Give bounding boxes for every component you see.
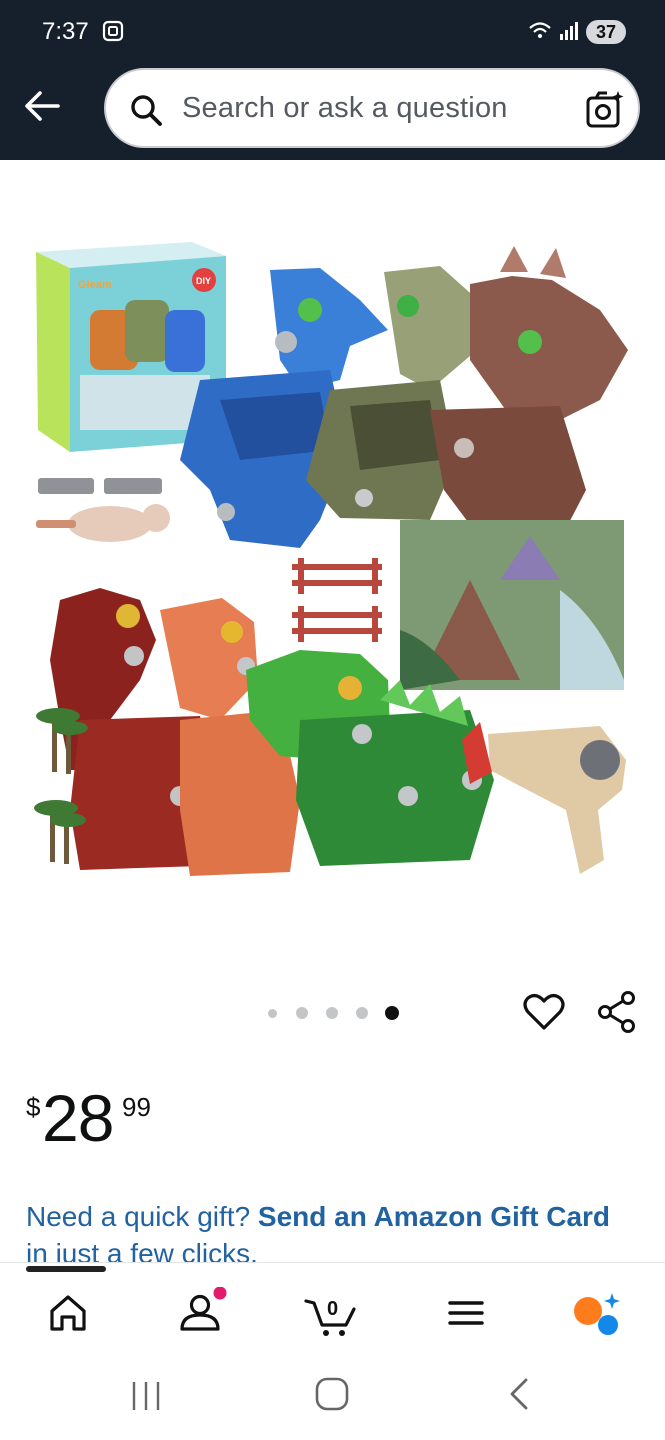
box-badge: DIY	[196, 276, 211, 286]
menu-icon[interactable]	[438, 1287, 494, 1339]
fences	[292, 558, 382, 642]
price-whole: 28	[42, 1081, 114, 1155]
play-map	[400, 520, 624, 690]
header-bar: 7:37 37 Search or ask a question	[0, 0, 665, 160]
search-icon	[131, 95, 162, 126]
gift-card-promo[interactable]: Need a quick gift? Send an Amazon Gift C…	[26, 1198, 646, 1272]
back-arrow-icon[interactable]	[20, 84, 64, 128]
price-fraction: 99	[122, 1092, 151, 1122]
scroll-indicator	[26, 1266, 106, 1272]
product-image[interactable]: Gleam DIY	[0, 160, 665, 980]
recent-apps-icon[interactable]	[126, 1376, 166, 1416]
product-image-carousel[interactable]: Gleam DIY	[0, 160, 665, 980]
bottom-nav: 0	[0, 1262, 665, 1353]
carousel-dot-1[interactable]	[268, 1009, 277, 1018]
gift-prefix: Need a quick gift?	[26, 1201, 258, 1232]
notification-dot	[213, 1287, 227, 1300]
signal-wifi-icon	[529, 22, 578, 40]
price-currency-symbol: $	[26, 1092, 41, 1122]
drill-bits	[36, 478, 170, 542]
heart-icon[interactable]	[522, 990, 566, 1034]
cart-icon[interactable]: 0	[302, 1287, 358, 1339]
carousel-dot-3[interactable]	[326, 1007, 338, 1019]
battery-indicator: 37	[586, 20, 626, 44]
system-back-icon[interactable]	[500, 1374, 540, 1414]
search-bar[interactable]: Search or ask a question	[104, 68, 640, 148]
gift-card-link[interactable]: Send an Amazon Gift Card	[258, 1201, 610, 1232]
carousel-dot-5-active[interactable]	[385, 1006, 399, 1020]
account-icon[interactable]	[172, 1287, 228, 1339]
home-icon[interactable]	[40, 1287, 96, 1339]
camera-search-icon[interactable]	[582, 88, 626, 132]
search-input[interactable]: Search or ask a question	[182, 92, 508, 125]
box-brand: Gleam	[78, 279, 112, 291]
carousel-dot-4[interactable]	[356, 1007, 368, 1019]
cart-count: 0	[327, 1298, 338, 1320]
carousel-dot-2[interactable]	[296, 1007, 308, 1019]
status-time: 7:37	[42, 18, 89, 45]
rufus-assistant-icon[interactable]	[570, 1287, 626, 1339]
home-button-icon[interactable]	[312, 1374, 352, 1414]
screenshot-indicator-icon	[102, 20, 124, 42]
share-icon[interactable]	[596, 990, 638, 1034]
status-bar: 7:37 37	[0, 0, 665, 64]
system-navigation-bar	[0, 1352, 665, 1440]
